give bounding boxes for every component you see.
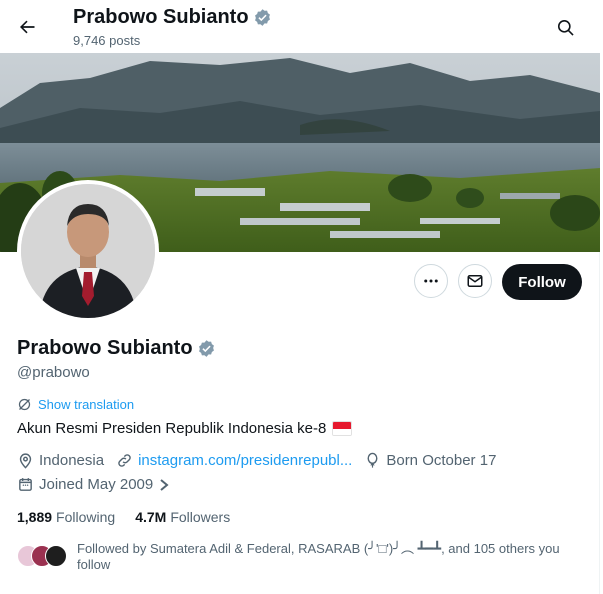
top-bar: Prabowo Subianto 9,746 posts — [0, 0, 600, 53]
balloon-icon — [367, 452, 378, 468]
profile-name: Prabowo Subianto — [17, 337, 193, 359]
location-item: Indonesia — [17, 452, 104, 469]
verified-badge-icon[interactable] — [197, 339, 216, 358]
followed-by-text: Followed by Sumatera Adil & Federal, RAS… — [77, 541, 560, 572]
location-text: Indonesia — [39, 452, 105, 469]
follower-avatar — [45, 545, 67, 567]
search-button[interactable] — [550, 12, 580, 42]
back-button[interactable] — [12, 12, 42, 42]
profile-meta: Indonesia instagram.com/presidenrepubl..… — [17, 452, 508, 469]
envelope-icon — [467, 275, 483, 287]
profile-name-row: Prabowo Subianto — [17, 337, 216, 360]
header-title: Prabowo Subianto — [73, 6, 272, 29]
joined-item[interactable]: Joined May 2009 — [17, 476, 170, 493]
followers-count: 4.7M — [135, 509, 167, 525]
indonesia-flag-icon — [332, 421, 353, 436]
post-count-value: 9,746 — [73, 33, 106, 48]
chevron-right-icon — [160, 478, 169, 491]
followed-by-avatars — [17, 543, 69, 569]
location-pin-icon — [19, 453, 32, 469]
profile-bio: Akun Resmi Presiden Republik Indonesia k… — [17, 420, 353, 437]
avatar-portrait — [21, 184, 155, 318]
born-item: Born October 17 — [364, 452, 496, 469]
profile-page: Prabowo Subianto 9,746 posts Follow Prab… — [0, 0, 600, 594]
follow-button[interactable]: Follow — [502, 264, 582, 300]
header-name: Prabowo Subianto — [73, 6, 249, 28]
search-icon — [557, 19, 574, 36]
born-text: Born October 17 — [386, 452, 497, 469]
joined-text: Joined May 2009 — [39, 476, 154, 493]
calendar-icon — [19, 478, 32, 491]
translate-icon — [18, 398, 31, 411]
website-item[interactable]: instagram.com/presidenrepubl... — [116, 452, 352, 469]
bio-text: Akun Resmi Presiden Republik Indonesia k… — [17, 420, 327, 437]
header-post-count: 9,746 posts — [73, 33, 140, 48]
profile-avatar[interactable] — [17, 180, 159, 322]
following-count: 1,889 — [17, 509, 53, 525]
avatar-photo — [21, 184, 155, 318]
message-button[interactable] — [458, 264, 492, 298]
followed-by-row[interactable]: Followed by Sumatera Adil & Federal, RAS… — [17, 541, 577, 573]
show-translation-link[interactable]: Show translation — [17, 397, 134, 412]
show-translation-label: Show translation — [38, 397, 135, 412]
more-button[interactable] — [414, 264, 448, 298]
following-label: Following — [56, 509, 116, 525]
followers-label: Followers — [170, 509, 231, 525]
following-stat[interactable]: 1,889 Following — [17, 509, 115, 525]
more-dots-icon — [424, 279, 438, 283]
verified-badge-icon — [254, 9, 270, 26]
arrow-left-icon — [20, 20, 35, 34]
profile-handle: @prabowo — [17, 364, 90, 381]
post-count-label: posts — [109, 33, 141, 48]
link-icon — [118, 454, 131, 467]
followers-stat[interactable]: 4.7M Followers — [135, 509, 230, 525]
follow-stats: 1,889 Following 4.7M Followers — [17, 509, 230, 525]
website-link[interactable]: instagram.com/presidenrepubl... — [138, 452, 352, 469]
